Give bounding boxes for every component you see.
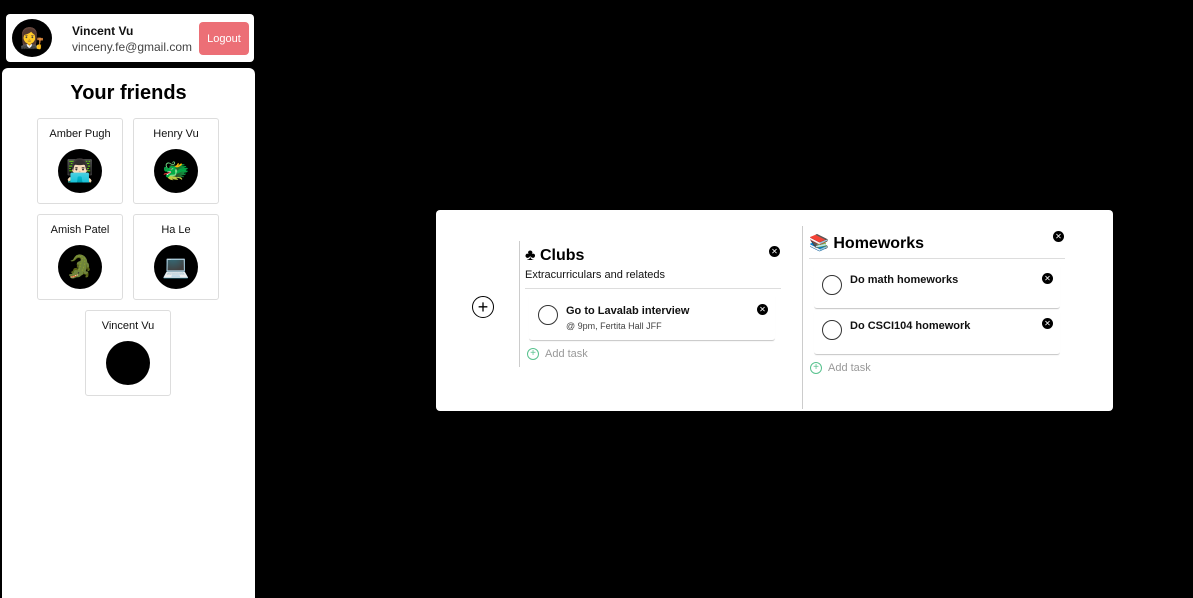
add-task-icon: + xyxy=(810,362,822,374)
profile-card: 👩‍⚖️ Vincent Vu vinceny.fe@gmail.com Log… xyxy=(6,14,254,62)
user-avatar: 👩‍⚖️ xyxy=(12,19,52,57)
list-title: ♣ Clubs xyxy=(525,247,584,265)
task-board: + ♣ Clubs ✕ Extracurriculars and related… xyxy=(436,210,1113,411)
friends-sidebar: Your friends Amber Pugh 👨🏻‍💻 Henry Vu 🐲 … xyxy=(2,68,255,598)
task-checkbox[interactable] xyxy=(822,275,842,295)
friend-card[interactable]: Vincent Vu 😂 xyxy=(85,310,171,396)
friend-name: Amish Patel xyxy=(50,224,110,236)
list-divider xyxy=(519,241,520,367)
close-list-icon[interactable]: ✕ xyxy=(769,246,780,257)
club-icon: ♣ xyxy=(525,247,536,264)
list-header-divider xyxy=(809,258,1065,259)
task-card[interactable]: Do CSCI104 homework ✕ xyxy=(814,310,1060,355)
close-task-icon[interactable]: ✕ xyxy=(1042,273,1053,284)
friends-title: Your friends xyxy=(70,82,187,104)
add-task-label: Add task xyxy=(545,348,588,360)
friend-card[interactable]: Amber Pugh 👨🏻‍💻 xyxy=(37,118,123,204)
task-checkbox[interactable] xyxy=(538,305,558,325)
list-description: Extracurriculars and relateds xyxy=(525,269,666,281)
task-card[interactable]: Go to Lavalab interview @ 9pm, Fertita H… xyxy=(529,294,775,341)
task-title: Go to Lavalab interview xyxy=(566,305,690,317)
friend-name: Henry Vu xyxy=(153,128,199,140)
friend-name: Amber Pugh xyxy=(49,128,111,140)
friend-avatar: 👨🏻‍💻 xyxy=(58,149,102,193)
task-title: Do math homeworks xyxy=(850,274,959,286)
friend-card[interactable]: Ha Le 💻 xyxy=(133,214,219,300)
add-task-button[interactable]: + Add task xyxy=(527,348,588,360)
friend-card[interactable]: Amish Patel 🐊 xyxy=(37,214,123,300)
plus-icon: + xyxy=(477,297,489,317)
list-divider xyxy=(802,226,803,409)
close-task-icon[interactable]: ✕ xyxy=(757,304,768,315)
task-title: Do CSCI104 homework xyxy=(850,320,971,332)
friend-name: Vincent Vu xyxy=(101,320,155,332)
add-task-label: Add task xyxy=(828,362,871,374)
close-list-icon[interactable]: ✕ xyxy=(1053,231,1064,242)
friend-name: Ha Le xyxy=(161,224,191,236)
add-task-icon: + xyxy=(527,348,539,360)
list-title-text: Clubs xyxy=(539,247,585,264)
user-name: Vincent Vu xyxy=(72,24,134,38)
close-task-icon[interactable]: ✕ xyxy=(1042,318,1053,329)
friend-avatar: 😂 xyxy=(106,341,150,385)
add-task-button[interactable]: + Add task xyxy=(810,362,871,374)
task-card[interactable]: Do math homeworks ✕ xyxy=(814,264,1060,309)
user-email: vinceny.fe@gmail.com xyxy=(72,40,192,54)
friend-card[interactable]: Henry Vu 🐲 xyxy=(133,118,219,204)
list-header-divider xyxy=(525,288,781,289)
task-checkbox[interactable] xyxy=(822,320,842,340)
friend-avatar: 💻 xyxy=(154,245,198,289)
logout-button[interactable]: Logout xyxy=(199,22,249,55)
list-title-text: Homeworks xyxy=(833,235,925,252)
friend-avatar: 🐊 xyxy=(58,245,102,289)
books-icon: 📚 xyxy=(809,235,829,252)
friend-avatar: 🐲 xyxy=(154,149,198,193)
list-title: 📚 Homeworks xyxy=(809,233,924,253)
add-list-button[interactable]: + xyxy=(472,296,494,318)
task-subtitle: @ 9pm, Fertita Hall JFF xyxy=(566,321,662,331)
